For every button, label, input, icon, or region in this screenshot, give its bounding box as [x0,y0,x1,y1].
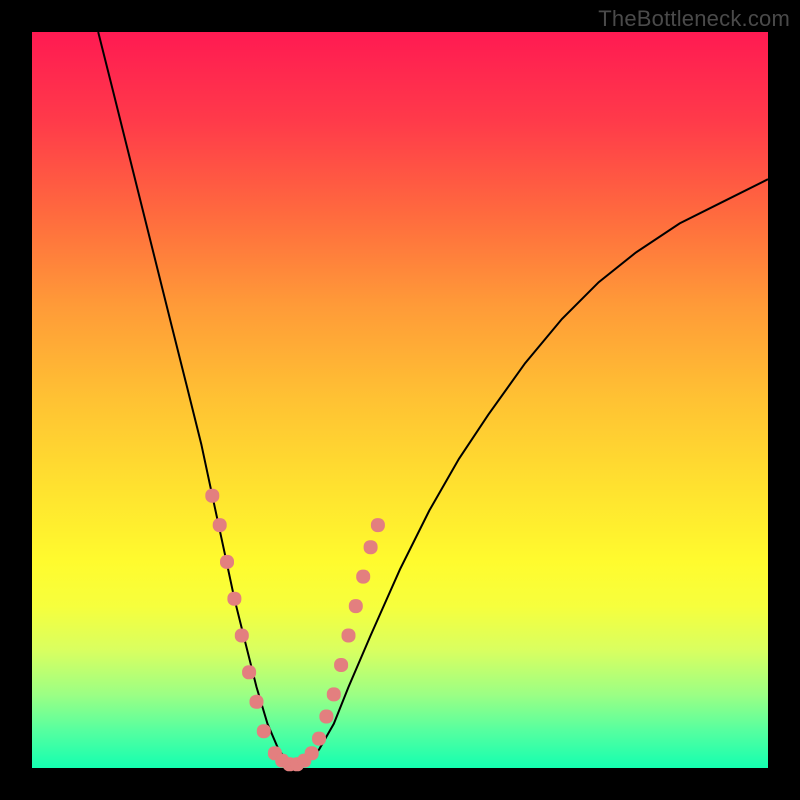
curve-marker [250,695,264,709]
curve-marker [371,518,385,532]
chart-svg [32,32,768,768]
curve-marker [205,489,219,503]
curve-marker [305,746,319,760]
plot-area [32,32,768,768]
watermark-text: TheBottleneck.com [598,6,790,32]
curve-markers [205,489,385,772]
curve-marker [342,629,356,643]
curve-marker [220,555,234,569]
curve-marker [356,570,370,584]
curve-marker [319,710,333,724]
curve-marker [334,658,348,672]
curve-marker [312,732,326,746]
curve-marker [257,724,271,738]
chart-frame: TheBottleneck.com [0,0,800,800]
curve-marker [327,687,341,701]
curve-marker [242,665,256,679]
curve-marker [235,629,249,643]
bottleneck-curve [98,32,768,764]
curve-marker [349,599,363,613]
curve-marker [364,540,378,554]
curve-marker [227,592,241,606]
curve-marker [213,518,227,532]
